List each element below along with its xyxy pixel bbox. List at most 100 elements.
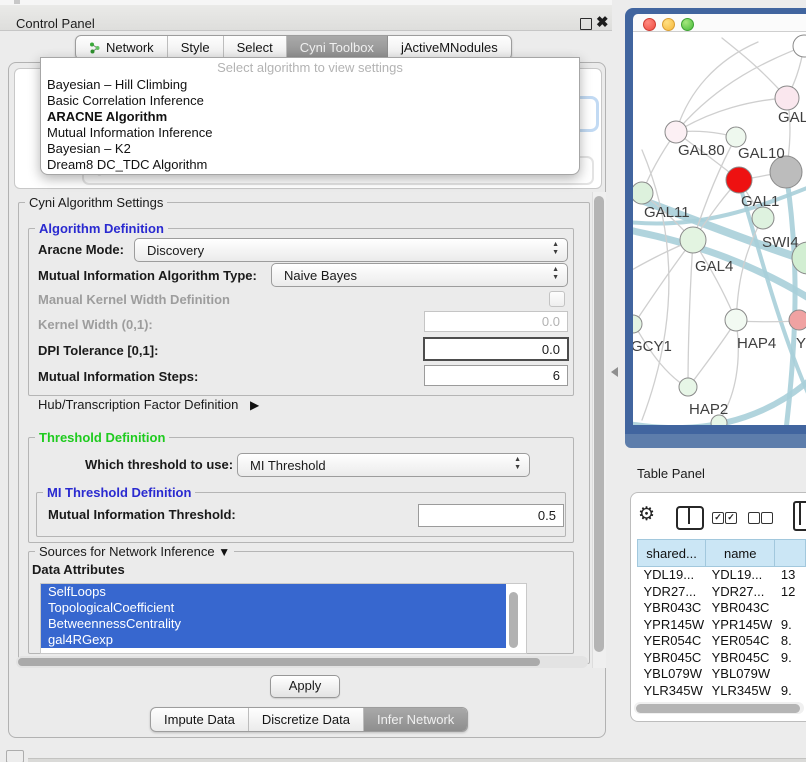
network-node-hap4[interactable]: [725, 309, 747, 331]
network-node-gal80[interactable]: [665, 121, 687, 143]
settings-horizontal-scrollbar[interactable]: [16, 656, 588, 668]
table-row[interactable]: YBR043CYBR043C: [638, 600, 806, 617]
table-row[interactable]: YDR27...YDR27...12: [638, 584, 806, 601]
gear-icon[interactable]: ⚙: [638, 503, 655, 526]
table-document-icon[interactable]: [793, 501, 806, 531]
zoom-traffic-light-icon[interactable]: [681, 18, 694, 31]
table-cell[interactable]: YDR27...: [638, 584, 706, 601]
table-cell[interactable]: [775, 600, 806, 617]
mi-threshold-input[interactable]: 0.5: [418, 504, 564, 527]
table-cell[interactable]: YBR043C: [638, 600, 706, 617]
column-header-name[interactable]: name: [706, 540, 775, 567]
which-threshold-combo[interactable]: MI Threshold ▲▼: [237, 453, 530, 477]
mi-steps-input[interactable]: 6: [424, 365, 568, 386]
algorithm-option-aracne-algorithm[interactable]: ARACNE Algorithm: [41, 109, 579, 125]
network-node-hap2[interactable]: [679, 378, 697, 396]
settings-vertical-scrollbar[interactable]: [592, 192, 606, 668]
network-node-gal1[interactable]: [726, 167, 752, 193]
table-cell[interactable]: YDL19...: [638, 567, 706, 584]
network-node-gal[interactable]: [775, 86, 799, 110]
tab-network[interactable]: Network: [76, 36, 168, 59]
deselect-checkbox-icon[interactable]: [761, 512, 773, 524]
attribute-item-gal4rgexp[interactable]: gal4RGexp: [41, 632, 506, 648]
network-node-gal10[interactable]: [726, 127, 746, 147]
close-traffic-light-icon[interactable]: [643, 18, 656, 31]
network-node-gcy1[interactable]: [633, 315, 642, 333]
data-attributes-list[interactable]: SelfLoopsTopologicalCoefficientBetweenne…: [40, 583, 527, 654]
table-cell[interactable]: YPR145W: [706, 617, 775, 634]
table-cell[interactable]: 9.: [775, 683, 806, 700]
algorithm-option-bayesian-k2[interactable]: Bayesian – K2: [41, 141, 579, 157]
tab-infer-network[interactable]: Infer Network: [364, 708, 467, 731]
algorithm-option-dream8-dc-tdc-algorithm[interactable]: Dream8 DC_TDC Algorithm: [41, 157, 579, 173]
network-window-titlebar[interactable]: [633, 14, 806, 32]
mi-algorithm-type-combo[interactable]: Naive Bayes ▲▼: [271, 263, 568, 287]
expand-down-icon[interactable]: ▼: [218, 545, 230, 559]
table-cell[interactable]: YBR043C: [706, 600, 775, 617]
table-cell[interactable]: 9.: [775, 617, 806, 634]
algorithm-option-mutual-information-inference[interactable]: Mutual Information Inference: [41, 125, 579, 141]
attribute-item-topologicalcoefficient[interactable]: TopologicalCoefficient: [41, 600, 506, 616]
column-header-shared[interactable]: shared...: [638, 540, 706, 567]
table-cell[interactable]: YER054C: [706, 633, 775, 650]
attribute-list-scrollbar[interactable]: [507, 587, 520, 649]
mi-threshold-label: Mutual Information Threshold:: [48, 507, 236, 522]
deselect-checkbox-icon[interactable]: [748, 512, 760, 524]
attribute-item-selfloops[interactable]: SelfLoops: [41, 584, 506, 600]
algorithm-option-bayesian-hill-climbing[interactable]: Bayesian – Hill Climbing: [41, 77, 579, 93]
table-cell[interactable]: 13: [775, 567, 806, 584]
table-row[interactable]: YBR045CYBR045C9.: [638, 650, 806, 667]
table-cell[interactable]: YBR045C: [638, 650, 706, 667]
expand-right-icon[interactable]: ▶: [250, 398, 259, 412]
table-row[interactable]: YPR145WYPR145W9.: [638, 617, 806, 634]
tab-label: jActiveMNodules: [401, 40, 498, 55]
table-cell[interactable]: YLR345W: [638, 683, 706, 700]
float-window-icon[interactable]: [580, 18, 592, 30]
table-cell[interactable]: YDL19...: [706, 567, 775, 584]
apply-button[interactable]: Apply: [270, 675, 340, 698]
select-all-checkbox-icon[interactable]: ✓: [725, 512, 737, 524]
table-cell[interactable]: 9.: [775, 650, 806, 667]
columns-icon[interactable]: [676, 506, 704, 530]
table-cell[interactable]: YER054C: [638, 633, 706, 650]
table-row[interactable]: YDL19...YDL19...13: [638, 567, 806, 584]
kernel-width-input[interactable]: 0.0: [424, 311, 568, 332]
column-header-extra[interactable]: [775, 540, 806, 567]
splitter-collapse-icon[interactable]: [611, 367, 618, 377]
aracne-mode-combo[interactable]: Discovery ▲▼: [134, 238, 568, 262]
tab-impute-data[interactable]: Impute Data: [151, 708, 249, 731]
network-node[interactable]: [752, 207, 774, 229]
table-cell[interactable]: YBR045C: [706, 650, 775, 667]
table-cell[interactable]: 12: [775, 584, 806, 601]
network-node-gal11[interactable]: [633, 182, 653, 204]
table-row[interactable]: YER054CYER054C8.: [638, 633, 806, 650]
table-row[interactable]: YBL079WYBL079W: [638, 666, 806, 683]
network-node-y[interactable]: [789, 310, 806, 330]
tab-cyni-toolbox[interactable]: Cyni Toolbox: [287, 36, 388, 59]
network-canvas[interactable]: GALGAL80GAL10GAL1SWI4GAL4GAL11GCY1HAP4YH…: [633, 32, 806, 425]
table-row[interactable]: YLR345WYLR345W9.: [638, 683, 806, 700]
minimize-traffic-light-icon[interactable]: [662, 18, 675, 31]
attribute-item-betweennesscentrality[interactable]: BetweennessCentrality: [41, 616, 506, 632]
hub-definition-row[interactable]: Hub/Transcription Factor Definition ▶: [38, 397, 259, 412]
close-icon[interactable]: ✖: [596, 13, 609, 31]
algorithm-option-basic-correlation-inference[interactable]: Basic Correlation Inference: [41, 93, 579, 109]
table-cell[interactable]: YLR345W: [706, 683, 775, 700]
tab-jactivemnodules[interactable]: jActiveMNodules: [388, 36, 511, 59]
table-cell[interactable]: YPR145W: [638, 617, 706, 634]
dpi-tolerance-input[interactable]: 0.0: [423, 337, 569, 361]
network-node-gal4[interactable]: [680, 227, 706, 253]
table-horizontal-scrollbar[interactable]: [634, 702, 804, 714]
tab-style[interactable]: Style: [168, 36, 224, 59]
tab-discretize-data[interactable]: Discretize Data: [249, 708, 364, 731]
table-cell[interactable]: [775, 666, 806, 683]
table-cell[interactable]: YBL079W: [638, 666, 706, 683]
table-cell[interactable]: YBL079W: [706, 666, 775, 683]
select-all-checkbox-icon[interactable]: ✓: [712, 512, 724, 524]
table-cell[interactable]: YDR27...: [706, 584, 775, 601]
collapsed-panel-icon[interactable]: [6, 750, 24, 762]
tab-select[interactable]: Select: [224, 36, 287, 59]
manual-kernel-checkbox[interactable]: [549, 291, 565, 307]
table-cell[interactable]: 8.: [775, 633, 806, 650]
network-node[interactable]: [793, 35, 806, 57]
